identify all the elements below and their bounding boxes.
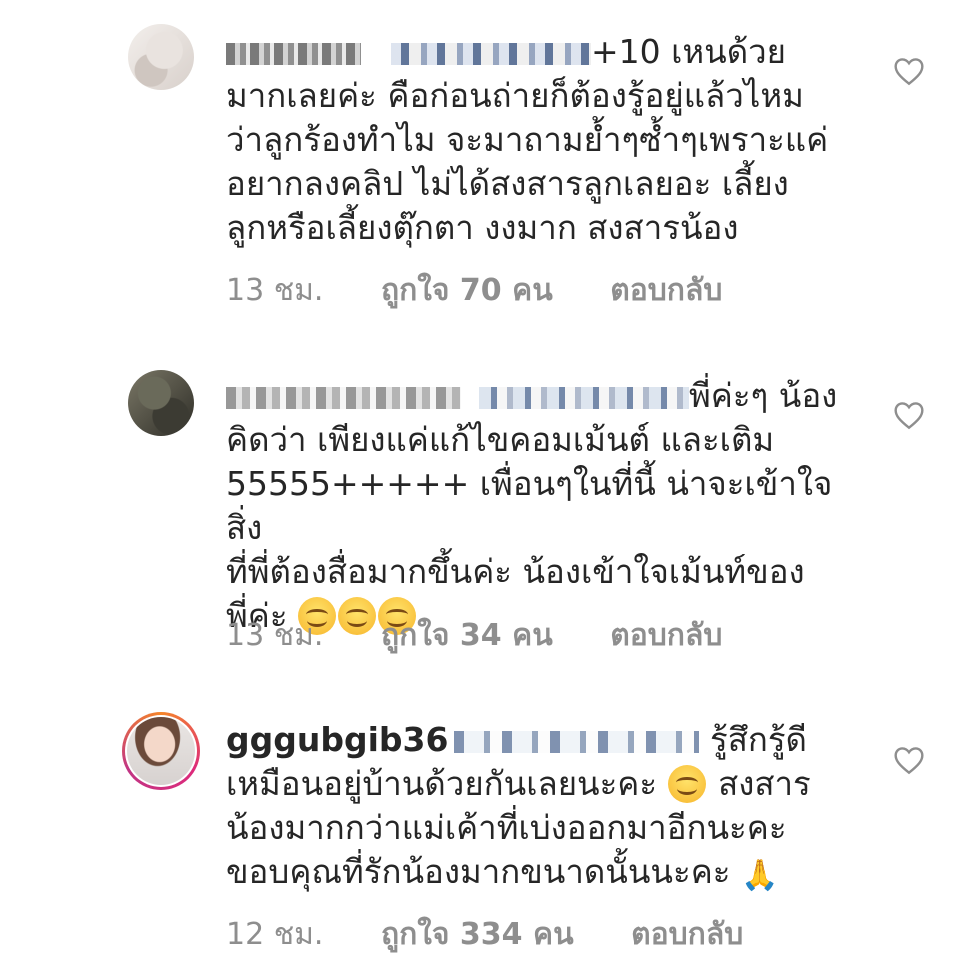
- comment-meta: 12 ชม. ถูกใจ 334 คน ตอบกลับ: [226, 911, 791, 958]
- comment-time[interactable]: 12 ชม.: [226, 917, 323, 952]
- heart-icon[interactable]: [893, 56, 925, 86]
- comment-username[interactable]: gggubgib36: [226, 720, 448, 759]
- reply-button[interactable]: ตอบกลับ: [610, 273, 722, 308]
- avatar[interactable]: [128, 24, 194, 90]
- blurred-mention[interactable]: [454, 730, 700, 753]
- heart-icon[interactable]: [893, 745, 925, 775]
- blurred-mention[interactable]: [391, 42, 591, 65]
- blurred-mention[interactable]: [479, 386, 689, 409]
- comment-meta: 13 ชม. ถูกใจ 34 คน ตอบกลับ: [226, 612, 770, 659]
- avatar[interactable]: [128, 370, 194, 436]
- comment-meta: 13 ชม. ถูกใจ 70 คน ตอบกลับ: [226, 267, 770, 314]
- avatar-photo: [127, 717, 195, 785]
- heart-icon[interactable]: [893, 400, 925, 430]
- avatar-with-story-ring[interactable]: [122, 712, 200, 790]
- smile-emoji-icon: [667, 765, 706, 803]
- blurred-username[interactable]: [226, 42, 361, 65]
- comment-text: +10 เหนด้วย มากเลยค่ะ คือก่อนถ่ายก็ต้องร…: [226, 32, 829, 247]
- like-count[interactable]: ถูกใจ 70 คน: [381, 273, 553, 308]
- blurred-username[interactable]: [226, 386, 461, 409]
- comment-text: พี่ค่ะๆ น้อง คิดว่า เพียงแค่แก้ไขคอมเม้น…: [226, 376, 838, 635]
- like-count[interactable]: ถูกใจ 34 คน: [381, 618, 553, 653]
- comment-text: gggubgib36 รู้สึกรู้ดี เหมือนอยู่บ้านด้ว…: [226, 718, 866, 898]
- reply-button[interactable]: ตอบกลับ: [610, 618, 722, 653]
- comment-time[interactable]: 13 ชม.: [226, 273, 323, 308]
- pray-emoji-icon: 🙏: [741, 858, 779, 893]
- reply-button[interactable]: ตอบกลับ: [631, 917, 743, 952]
- like-count[interactable]: ถูกใจ 334 คน: [381, 917, 574, 952]
- comment-time[interactable]: 13 ชม.: [226, 618, 323, 653]
